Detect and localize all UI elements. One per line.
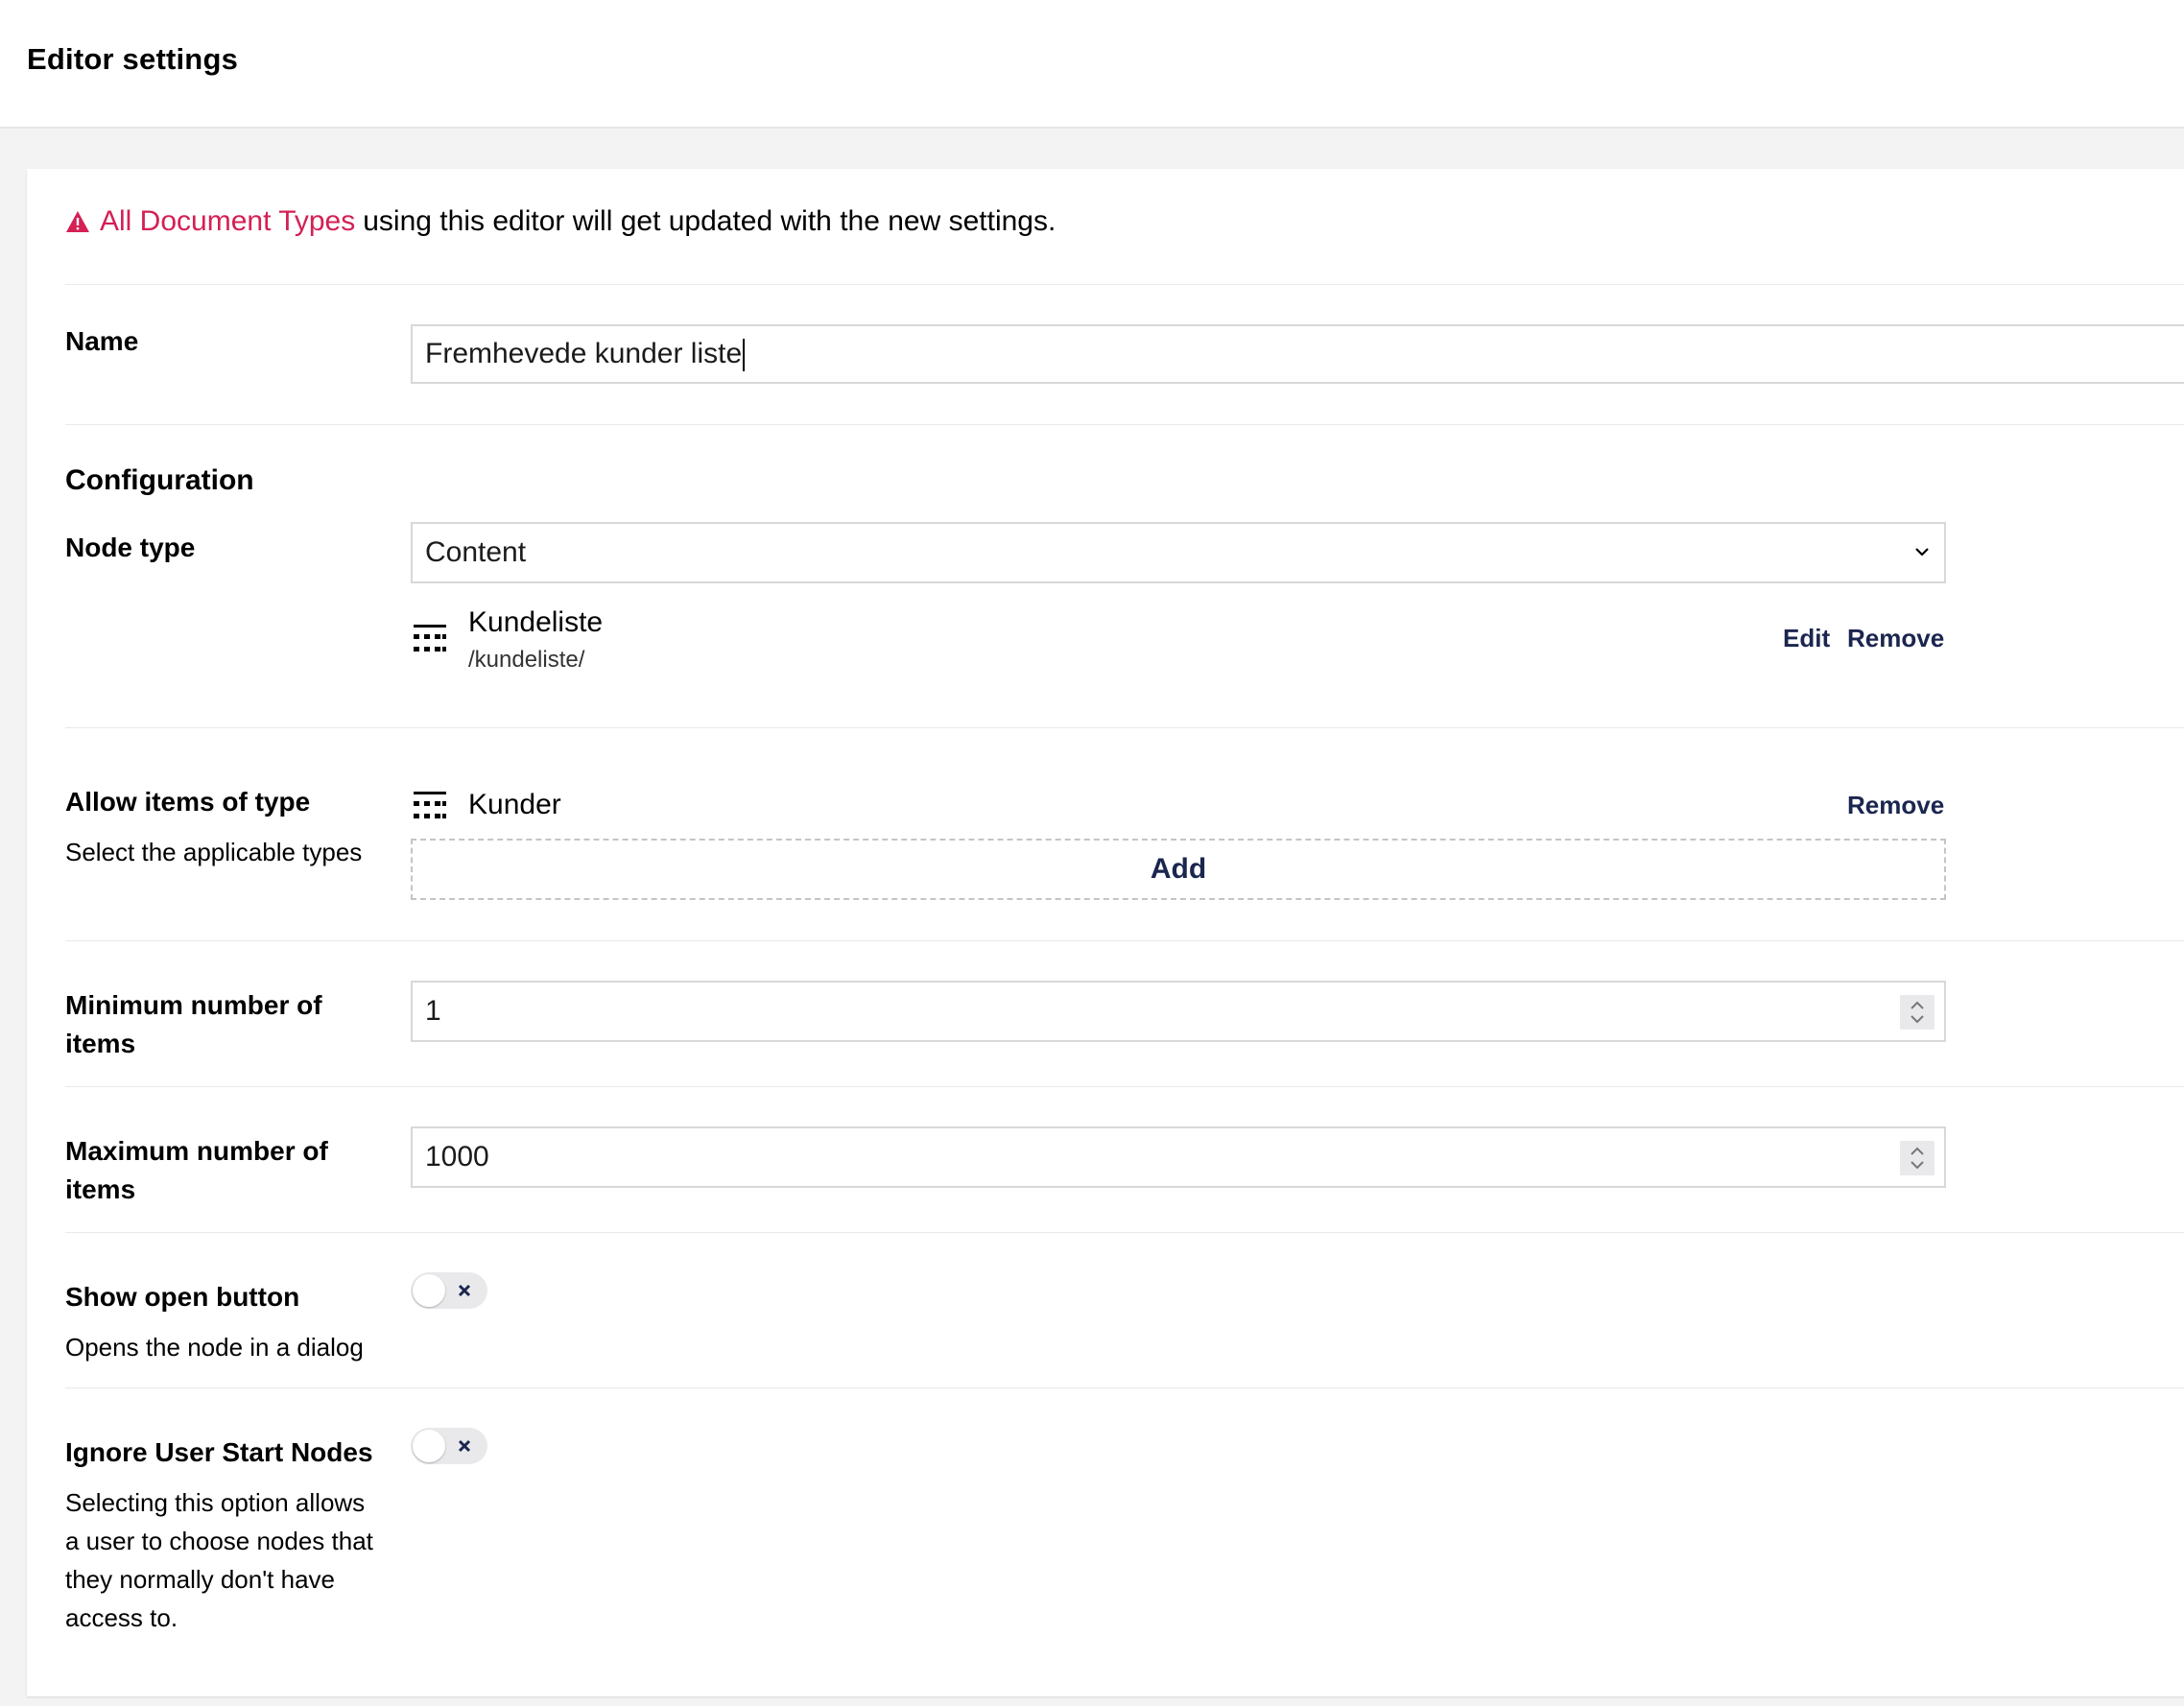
node-type-label: Node type (65, 533, 196, 562)
warning-icon (66, 211, 89, 232)
list-icon (414, 792, 446, 818)
toggle-knob (413, 1274, 445, 1307)
description-line: Selecting this option allows (65, 1488, 366, 1517)
divider (65, 940, 2184, 941)
close-icon (458, 1439, 471, 1453)
name-input-value: Fremhevede kunder liste (425, 338, 743, 369)
max-items-label-line2: items (65, 1174, 136, 1204)
ignore-start-nodes-label: Ignore User Start Nodes (65, 1437, 373, 1467)
min-items-label: Minimum number of items (65, 986, 322, 1063)
list-icon (414, 625, 446, 652)
ignore-start-nodes-toggle[interactable] (411, 1428, 487, 1464)
settings-panel: All Document Types using this editor wil… (27, 169, 2184, 1696)
max-items-label-line1: Maximum number of (65, 1136, 328, 1166)
configuration-title: Configuration (65, 464, 254, 496)
number-spinner-icon[interactable] (1900, 1141, 1935, 1175)
remove-allowed-type-button[interactable]: Remove (1847, 791, 1944, 820)
warning-text: using this editor will get updated with … (363, 205, 1056, 237)
toggle-knob (413, 1430, 445, 1462)
warning-message: All Document Types using this editor wil… (65, 205, 1056, 238)
description-line: they normally don't have (65, 1565, 336, 1594)
page-title: Editor settings (27, 42, 239, 76)
description-line: a user to choose nodes that (65, 1527, 373, 1555)
max-items-input[interactable]: 1000 (411, 1126, 1946, 1188)
divider (65, 1387, 2184, 1388)
remove-start-node-button[interactable]: Remove (1847, 624, 1944, 653)
min-items-value: 1 (425, 995, 441, 1027)
allow-items-label: Allow items of type (65, 787, 311, 817)
node-type-selected: Content (425, 536, 527, 568)
number-spinner-icon[interactable] (1900, 995, 1935, 1030)
edit-start-node-button[interactable]: Edit (1783, 624, 1830, 653)
close-icon (458, 1284, 471, 1297)
divider (65, 424, 2184, 425)
start-node-path: /kundeliste/ (468, 647, 585, 673)
ignore-start-nodes-description: Selecting this option allows a user to c… (65, 1483, 373, 1637)
chevron-down-icon (1915, 548, 1929, 557)
divider (65, 1086, 2184, 1087)
name-input[interactable]: Fremhevede kunder liste (411, 324, 2184, 384)
divider (65, 727, 2184, 728)
show-open-button-label: Show open button (65, 1282, 300, 1312)
min-items-label-line2: items (65, 1029, 136, 1058)
show-open-button-toggle[interactable] (411, 1272, 487, 1309)
name-label: Name (65, 326, 139, 356)
max-items-value: 1000 (425, 1141, 489, 1173)
add-allowed-type-button[interactable]: Add (411, 839, 1946, 900)
header: Editor settings (0, 0, 2184, 129)
divider (65, 284, 2184, 285)
start-node-name: Kundeliste (468, 606, 604, 638)
description-line: access to. (65, 1603, 178, 1632)
text-caret (743, 339, 746, 372)
max-items-label: Maximum number of items (65, 1132, 328, 1209)
node-type-select[interactable]: Content (411, 522, 1946, 583)
allow-items-description: Select the applicable types (65, 838, 363, 866)
divider (65, 1232, 2184, 1233)
min-items-label-line1: Minimum number of (65, 990, 322, 1020)
document-types-link[interactable]: All Document Types (100, 205, 355, 238)
show-open-button-description: Opens the node in a dialog (65, 1333, 364, 1362)
min-items-input[interactable]: 1 (411, 981, 1946, 1042)
allowed-type-name: Kunder (468, 789, 561, 820)
